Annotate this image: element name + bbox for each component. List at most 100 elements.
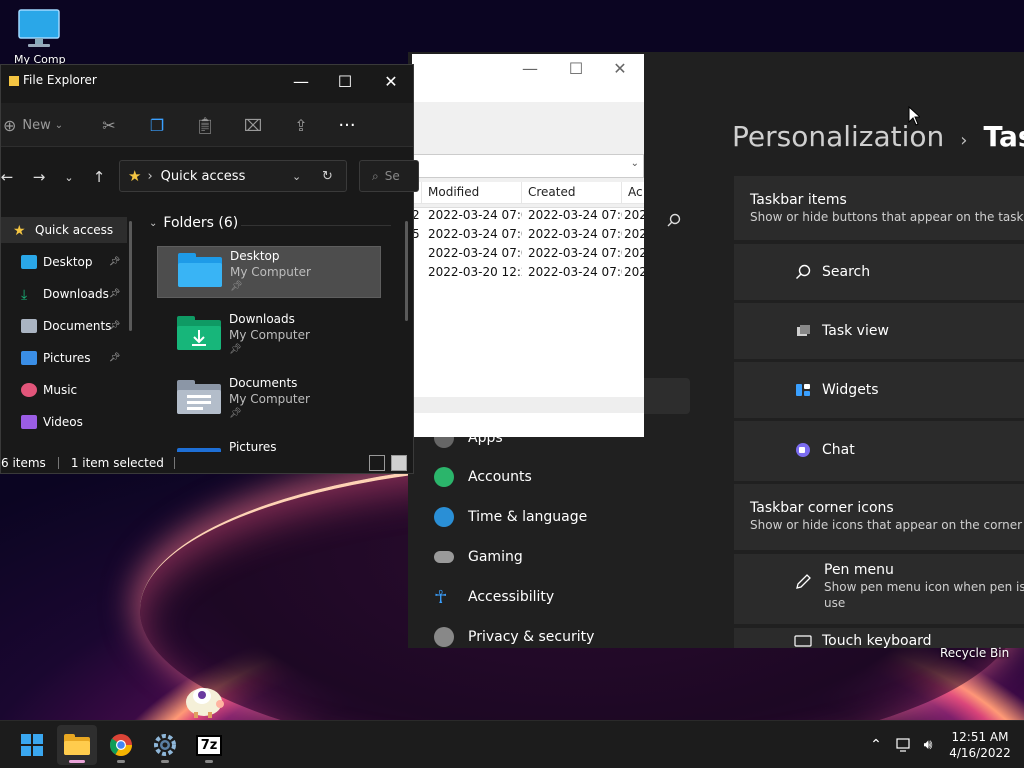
cell-created: 2022-03-24 07:03: [528, 246, 622, 260]
refresh-icon[interactable]: ↻: [322, 169, 333, 184]
maximize-icon[interactable]: ☐: [323, 69, 367, 93]
nav-item-music[interactable]: Music: [1, 377, 131, 403]
taskbar-7zip[interactable]: 7z: [189, 725, 229, 765]
section-subtitle: Show or hide buttons that appear on the …: [750, 210, 1024, 224]
widgets-icon: [794, 381, 812, 399]
pin-icon: 📌︎: [109, 353, 121, 363]
table-row[interactable]: 2022-03-20 12:25 2022-03-24 07:03 202: [412, 263, 644, 282]
nav-pane-scrollbar[interactable]: [129, 221, 132, 331]
corner-item-pen-menu[interactable]: Pen menu Show pen menu icon when pen is …: [734, 554, 1024, 626]
table-row[interactable]: 2022-03-24 07:03 2022-03-24 07:03 202: [412, 244, 644, 263]
back-arrow-icon[interactable]: ←: [0, 166, 19, 188]
start-button[interactable]: [12, 725, 52, 765]
desktop-recycle-bin-label[interactable]: Recycle Bin: [940, 646, 1009, 660]
breadcrumb-separator-icon: ›: [960, 130, 968, 151]
taskbar-corner-icons-section[interactable]: Taskbar corner icons Show or hide icons …: [734, 484, 1024, 552]
taskbar-file-explorer[interactable]: [57, 725, 97, 765]
corner-item-touch-keyboard[interactable]: Touch keyboard: [734, 628, 1024, 648]
row-label: Chat: [822, 442, 855, 458]
content-scrollbar[interactable]: [405, 221, 408, 321]
path-combo[interactable]: ⌄: [412, 154, 644, 178]
sheep-mascot[interactable]: [182, 682, 226, 723]
table-row[interactable]: 5 2022-03-24 07:04 2022-03-24 07:03 202: [412, 225, 644, 244]
nav-item-quick-access[interactable]: ★ Quick access: [1, 217, 131, 243]
nav-label: Downloads: [43, 287, 109, 301]
cell-accessed: 202: [624, 246, 644, 260]
clock[interactable]: 12:51 AM 4/16/2022: [940, 729, 1020, 761]
table-row[interactable]: 2 2022-03-24 07:04 2022-03-24 07:03 202: [412, 206, 644, 225]
address-bar[interactable]: ★ › Quick access ⌄ ↻: [119, 160, 347, 192]
documents-folder-icon: [177, 380, 221, 414]
folder-location: My Computer: [229, 392, 310, 406]
details-view-icon[interactable]: [369, 455, 385, 471]
forward-arrow-icon[interactable]: →: [27, 166, 51, 188]
search-placeholder: Se: [384, 169, 400, 183]
settings-nav-accounts[interactable]: Accounts: [434, 463, 684, 491]
cell-created: 2022-03-24 07:03: [528, 265, 622, 279]
taskbar-chrome[interactable]: [101, 725, 141, 765]
recent-locations-chevron-icon[interactable]: ⌄: [57, 166, 81, 188]
nav-item-pictures[interactable]: Pictures 📌︎: [1, 345, 131, 371]
network-icon[interactable]: [894, 735, 914, 755]
settings-nav-label: Time & language: [468, 509, 588, 525]
taskbar-item-chat[interactable]: Chat: [734, 421, 1024, 481]
folder-tile-pictures[interactable]: Pictures: [157, 438, 381, 452]
chevron-up-icon[interactable]: ⌃: [866, 735, 886, 755]
close-icon[interactable]: ✕: [369, 69, 413, 93]
nav-item-downloads[interactable]: ⤓ Downloads 📌︎: [1, 281, 131, 307]
taskbar-item-task-view[interactable]: Task view: [734, 303, 1024, 361]
new-button[interactable]: ⊕ New ⌄: [3, 115, 63, 135]
file-explorer-title: File Explorer: [9, 73, 97, 87]
group-header-label: Folders (6): [163, 215, 239, 231]
cell-modified: 2022-03-24 07:03: [428, 246, 522, 260]
videos-icon: [21, 415, 37, 429]
paste-icon[interactable]: 📋︎: [191, 113, 219, 137]
row-description: Show pen menu icon when pen is in: [824, 580, 1024, 594]
cell-accessed: 202: [624, 265, 644, 279]
column-header-created[interactable]: Created: [522, 182, 622, 203]
maximize-icon[interactable]: ☐: [564, 58, 588, 78]
settings-search-icon[interactable]: [654, 202, 694, 238]
column-header-modified[interactable]: Modified: [422, 182, 522, 203]
pin-icon: 📌︎: [109, 257, 121, 267]
tiles-view-icon[interactable]: [391, 455, 407, 471]
horizontal-scrollbar[interactable]: [412, 397, 644, 413]
search-input[interactable]: ⌕ Se: [359, 160, 419, 192]
column-header-accessed[interactable]: Ac: [622, 182, 644, 203]
rename-icon[interactable]: ⌧: [239, 113, 267, 137]
nav-item-desktop[interactable]: Desktop 📌︎: [1, 249, 131, 275]
group-header-folders[interactable]: ⌄ Folders (6): [149, 215, 238, 231]
copy-icon[interactable]: ❐: [143, 113, 171, 137]
cell-modified: 2022-03-24 07:04: [428, 227, 522, 241]
settings-nav-privacy[interactable]: Privacy & security: [434, 623, 684, 651]
folder-tile-desktop[interactable]: Desktop My Computer 📌︎: [157, 246, 381, 298]
minimize-icon[interactable]: —: [518, 58, 542, 78]
settings-nav-gaming[interactable]: Gaming: [434, 543, 684, 571]
folder-tile-documents[interactable]: Documents My Computer 📌︎: [157, 374, 381, 426]
share-icon[interactable]: ⇪: [287, 113, 315, 137]
more-options-icon[interactable]: ···: [333, 113, 361, 137]
settings-nav-accessibility[interactable]: ☥ Accessibility: [434, 583, 684, 611]
minimize-icon[interactable]: —: [279, 69, 323, 93]
nav-item-videos[interactable]: Videos: [1, 409, 131, 435]
chevron-down-icon: ⌄: [54, 119, 64, 131]
command-bar: ⊕ New ⌄ ✂ ❐ 📋︎ ⌧ ⇪ ···: [1, 103, 413, 147]
clock-time: 12:51 AM: [951, 730, 1009, 744]
cut-icon[interactable]: ✂: [95, 113, 123, 137]
folder-tile-downloads[interactable]: Downloads My Computer 📌︎: [157, 310, 381, 362]
breadcrumb-current: Taskb: [983, 120, 1024, 153]
volume-icon[interactable]: 🔊︎: [918, 735, 938, 755]
taskbar-item-search[interactable]: Search: [734, 244, 1024, 302]
settings-nav-time-language[interactable]: Time & language: [434, 503, 684, 531]
nav-item-documents[interactable]: Documents 📌︎: [1, 313, 131, 339]
taskbar-settings[interactable]: [145, 725, 185, 765]
up-arrow-icon[interactable]: ↑: [87, 166, 111, 188]
star-icon: ★: [13, 223, 26, 239]
file-list-header: Modified Created Ac: [412, 182, 644, 204]
desktop-this-pc[interactable]: My Comp: [14, 8, 66, 66]
address-dropdown-icon[interactable]: ⌄: [292, 170, 301, 183]
breadcrumb-chevron-icon: ›: [147, 168, 153, 184]
taskbar-items-section[interactable]: Taskbar items Show or hide buttons that …: [734, 176, 1024, 242]
close-icon[interactable]: ✕: [608, 58, 632, 78]
taskbar-item-widgets[interactable]: Widgets: [734, 362, 1024, 420]
